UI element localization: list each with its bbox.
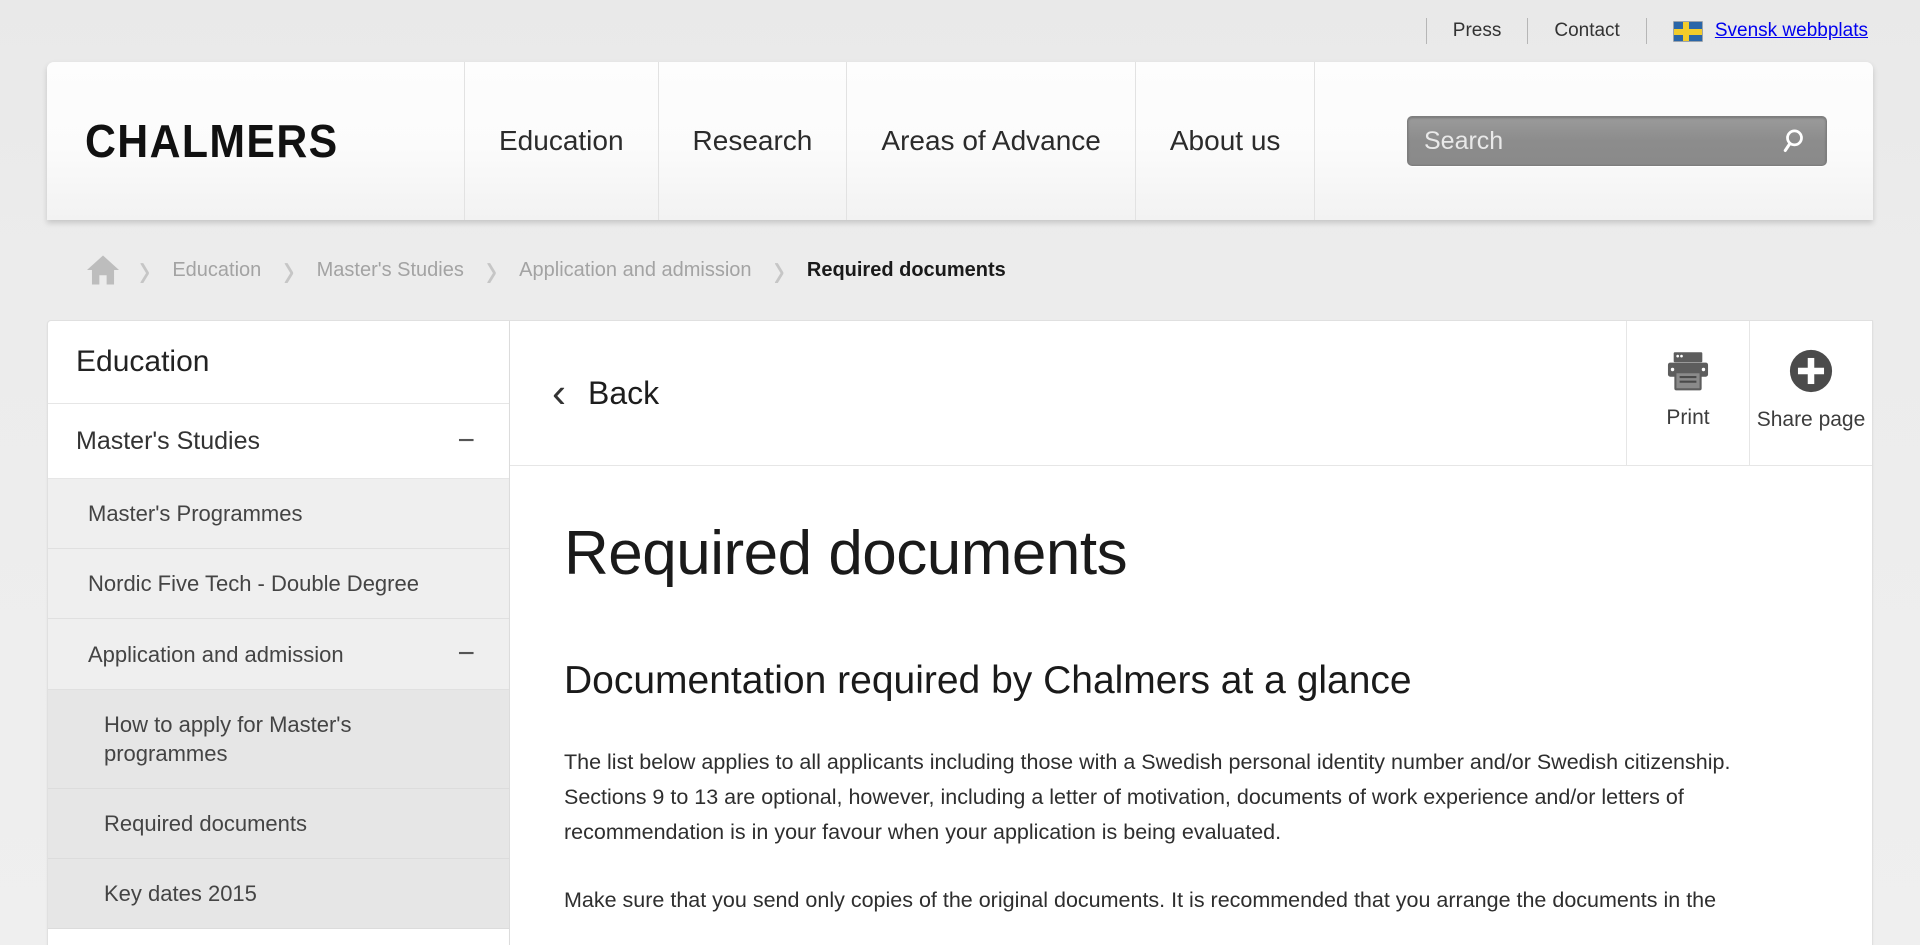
magnifier-icon [1783,129,1803,153]
sidebar-item-label: Nordic Five Tech - Double Degree [88,571,419,597]
breadcrumb-item-application-and-admission[interactable]: Application and admission [497,259,773,282]
search-submit-button[interactable] [1768,117,1826,165]
plus-circle-icon [1789,349,1833,393]
collapse-minus-icon[interactable]: − [457,639,481,669]
sidebar-item-label: Master's Studies [76,426,261,455]
sidebar-item-how-to-apply[interactable]: How to apply for Master's programmes [48,690,509,790]
chalmers-logo: CHALMERS [85,115,339,167]
page-root: Press Contact Svensk webbplats CHALMERS … [0,0,1920,945]
search-box[interactable] [1407,116,1827,166]
breadcrumb-item-education[interactable]: Education [150,259,283,282]
print-button[interactable]: Print [1626,321,1749,465]
search-input[interactable] [1408,126,1768,156]
article-body: Required documents Documentation require… [510,466,1872,945]
paragraph-intro: The list below applies to all applicants… [564,750,1731,844]
sidebar-item-application-and-admission[interactable]: Application and admission − [48,619,509,691]
site-header: CHALMERS Education Research Areas of Adv… [47,62,1873,220]
breadcrumb-separator-icon: › [139,241,151,299]
chevron-left-icon: ‹ [552,369,566,416]
nav-item-about-us[interactable]: About us [1136,62,1316,220]
share-label: Share page [1756,408,1866,431]
breadcrumb-item-current: Required documents [806,258,1006,281]
sidebar-item-nordic-five-tech[interactable]: Nordic Five Tech - Double Degree [48,549,509,620]
header-spacer [1315,62,1371,220]
nav-item-research[interactable]: Research [659,62,848,220]
sidebar-item-masters-studies[interactable]: Master's Studies − [48,404,509,479]
print-label: Print [1666,406,1710,429]
breadcrumb-item-masters-studies[interactable]: Master's Studies [295,259,486,282]
topbar-link-contact[interactable]: Contact [1528,20,1645,42]
sidebar-item-label: Key dates 2015 [104,881,257,907]
topbar-link-press[interactable]: Press [1427,20,1528,42]
body-layout: Education Master's Studies − Master's Pr… [47,320,1873,945]
back-button[interactable]: ‹ Back [510,321,1626,465]
paragraph-instructions: Make sure that you send only copies of t… [564,888,1717,913]
main-content: ‹ Back Print Share page Required documen… [510,320,1873,945]
sidebar-item-label: Required documents [104,811,308,837]
breadcrumb-separator-icon: › [773,241,785,299]
swedish-flag-icon [1672,20,1703,42]
section-heading: Documentation required by Chalmers at a … [564,659,1412,702]
breadcrumb-separator-icon: › [283,241,295,299]
breadcrumb-home-link[interactable] [47,254,139,286]
content-toolbar: ‹ Back Print Share page [510,321,1872,466]
collapse-minus-icon[interactable]: − [457,426,481,456]
breadcrumb: › Education › Master's Studies › Applica… [47,220,1873,320]
home-icon [87,255,119,285]
logo-link[interactable]: CHALMERS [47,62,465,220]
language-switch-swedish[interactable]: Svensk webbplats [1647,20,1868,42]
sidebar-item-label: Master's Programmes [88,501,303,526]
sidebar-item-label: How to apply for Master's programmes [104,712,352,767]
page-title: Required documents [564,519,1128,588]
sidebar-navigation: Education Master's Studies − Master's Pr… [47,320,510,945]
sidebar-item-masters-programmes[interactable]: Master's Programmes [48,479,509,550]
sidebar-item-required-documents[interactable]: Required documents [48,789,509,860]
nav-item-education[interactable]: Education [465,62,659,220]
printer-icon [1667,352,1709,391]
utility-topbar: Press Contact Svensk webbplats [0,0,1920,62]
nav-item-areas-of-advance[interactable]: Areas of Advance [847,62,1136,220]
search-area [1371,62,1873,220]
back-label: Back [588,374,660,411]
breadcrumb-separator-icon: › [485,241,498,299]
sidebar-heading: Education [48,321,509,404]
sidebar-item-key-dates[interactable]: Key dates 2015 [48,859,509,930]
share-page-button[interactable]: Share page [1749,321,1872,465]
language-label: Svensk webbplats [1714,20,1868,41]
sidebar-item-label: Application and admission [88,641,344,667]
